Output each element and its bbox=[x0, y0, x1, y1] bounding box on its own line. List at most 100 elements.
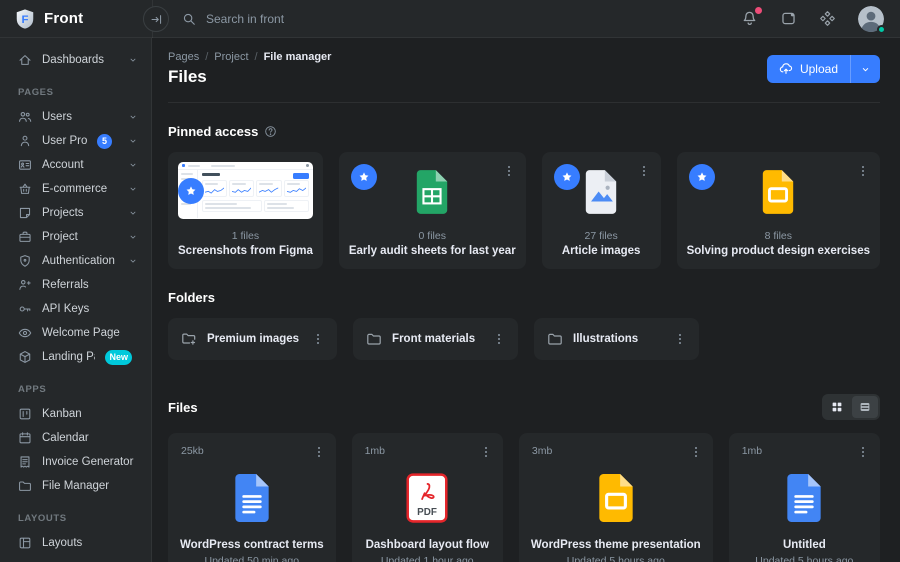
sidebar-item-label: Landing Page bbox=[42, 351, 95, 363]
sidebar-item[interactable]: API Keys bbox=[0, 297, 151, 321]
sidebar-item[interactable]: Calendar bbox=[0, 426, 151, 450]
file-card-title: WordPress contract terms bbox=[180, 539, 324, 551]
question-circle-icon[interactable] bbox=[264, 125, 277, 138]
dots-vertical-icon bbox=[479, 445, 493, 459]
sidebar-entry-account: Account bbox=[0, 153, 151, 177]
card-menu-button[interactable] bbox=[477, 443, 495, 461]
star-badge[interactable] bbox=[350, 164, 377, 190]
search-area bbox=[182, 11, 426, 26]
sidebar-item-label: Invoice Generator bbox=[42, 456, 134, 468]
user-avatar[interactable] bbox=[858, 5, 886, 34]
breadcrumb-project[interactable]: Project bbox=[214, 51, 248, 63]
kanban-icon bbox=[18, 407, 32, 421]
sidebar-item[interactable]: Referrals bbox=[0, 273, 151, 297]
pinned-access-heading: Pinned access bbox=[168, 124, 880, 139]
folder-plus-icon bbox=[181, 331, 197, 347]
sidebar-item[interactable]: Kanban bbox=[0, 402, 151, 426]
sidebar-item[interactable]: File Manager bbox=[0, 474, 151, 498]
pinned-card-solving-product-design-exercises[interactable]: 8 files Solving product design exercises bbox=[676, 152, 880, 269]
sidebar-section-header: LAYOUTS bbox=[18, 513, 67, 524]
card-menu-button[interactable] bbox=[635, 162, 653, 180]
files-count: 8 files bbox=[764, 230, 792, 242]
upload-button[interactable]: Upload bbox=[767, 55, 850, 83]
sidebar-item[interactable]: E-commerce bbox=[0, 177, 151, 201]
list-view-button[interactable] bbox=[852, 396, 878, 418]
svg-text:F: F bbox=[22, 14, 29, 26]
star-badge[interactable] bbox=[178, 178, 204, 204]
files-label: Files bbox=[168, 399, 198, 415]
card-menu-button[interactable] bbox=[854, 162, 872, 180]
star-badge[interactable] bbox=[553, 164, 580, 190]
card-menu-button[interactable] bbox=[854, 443, 872, 461]
sidebar-entry-kanban: Kanban bbox=[0, 402, 151, 426]
star-badge[interactable] bbox=[688, 164, 715, 190]
folder-card-front-materials[interactable]: Front materials bbox=[353, 318, 519, 360]
file-size: 25kb bbox=[181, 445, 204, 457]
activity-stream-button[interactable] bbox=[780, 10, 797, 27]
sidebar-item[interactable]: Account bbox=[0, 153, 151, 177]
pinned-card-article-images[interactable]: 27 files Article images bbox=[541, 152, 661, 269]
brand[interactable]: F Front bbox=[0, 8, 152, 30]
folder-icon bbox=[18, 479, 32, 493]
card-menu-button[interactable] bbox=[671, 330, 689, 348]
sidebar-item[interactable]: Dashboards bbox=[0, 48, 151, 72]
card-menu-button[interactable] bbox=[309, 330, 327, 348]
pdf-file-icon bbox=[406, 473, 448, 523]
online-status-dot bbox=[877, 24, 886, 34]
folders-heading: Folders bbox=[168, 290, 880, 305]
sidebar-item[interactable]: Landing Page New bbox=[0, 345, 151, 369]
google-docs-icon bbox=[783, 473, 825, 523]
breadcrumb-pages[interactable]: Pages bbox=[168, 51, 199, 63]
upload-button-label: Upload bbox=[799, 62, 838, 76]
sidebar-item[interactable]: Invoice Generator bbox=[0, 450, 151, 474]
sidebar-item-badge: 5 bbox=[97, 133, 112, 149]
folder-card-title: Front materials bbox=[392, 333, 476, 345]
receipt-icon bbox=[18, 455, 32, 469]
pinned-card-early-audit-sheets-for-last-year[interactable]: 0 files Early audit sheets for last year bbox=[338, 152, 526, 269]
card-menu-button[interactable] bbox=[500, 162, 518, 180]
files-heading-row: Files bbox=[168, 394, 880, 420]
sidebar-item[interactable]: Project bbox=[0, 225, 151, 249]
sidebar-item-label: Calendar bbox=[42, 432, 89, 444]
folder-card-title: Illustrations bbox=[573, 333, 639, 345]
folder-card-premium-images[interactable]: Premium images bbox=[168, 318, 338, 360]
apps-menu-button[interactable] bbox=[819, 10, 836, 27]
sidebar-item[interactable]: Users bbox=[0, 105, 151, 129]
sidebar-item-label: API Keys bbox=[42, 303, 90, 315]
pinned-card-screenshots-from-figma[interactable]: 1 files Screenshots from Figma bbox=[168, 152, 323, 269]
chevron-down-icon bbox=[128, 256, 138, 266]
sidebar-item[interactable]: Authentication bbox=[0, 249, 151, 273]
star-icon bbox=[696, 171, 708, 183]
file-updated: Updated 5 hours ago bbox=[566, 555, 665, 562]
sidebar-entry-welcome-page: Welcome Page bbox=[0, 321, 151, 345]
card-menu-button[interactable] bbox=[490, 330, 508, 348]
folder-card-illustrations[interactable]: Illustrations bbox=[534, 318, 700, 360]
file-card-untitled[interactable]: 1mb Untitled Updated 5 hours ago bbox=[728, 433, 880, 562]
files-count: 27 files bbox=[584, 230, 618, 242]
file-card-dashboard-layout-flow[interactable]: 1mb Dashboard layout flow Updated 1 hour… bbox=[351, 433, 503, 562]
google-slides-icon bbox=[759, 169, 797, 215]
dots-vertical-icon bbox=[312, 445, 326, 459]
notifications-button[interactable] bbox=[741, 7, 762, 27]
pinned-access-label: Pinned access bbox=[168, 124, 259, 139]
breadcrumb-file-manager: File manager bbox=[263, 51, 332, 63]
search-input[interactable] bbox=[206, 11, 426, 26]
card-menu-button[interactable] bbox=[687, 443, 705, 461]
upload-dropdown-button[interactable] bbox=[851, 55, 880, 83]
dots-vertical-icon bbox=[502, 164, 516, 178]
grid-view-button[interactable] bbox=[824, 396, 850, 418]
page-header: Pages / Project / File manager Files Uploa… bbox=[168, 38, 880, 103]
dots-vertical-icon bbox=[856, 164, 870, 178]
file-card-title: WordPress theme presentation bbox=[530, 539, 701, 551]
file-card-wordpress-theme-presentation[interactable]: 3mb WordPress theme presentation Updated… bbox=[518, 433, 713, 562]
sidebar-item[interactable]: Projects bbox=[0, 201, 151, 225]
sidebar-item[interactable]: Welcome Page bbox=[0, 321, 151, 345]
sidebar-collapse-button[interactable] bbox=[143, 6, 169, 32]
file-updated: Updated 1 hour ago bbox=[380, 555, 474, 562]
card-menu-button[interactable] bbox=[310, 443, 328, 461]
file-card-wordpress-contract-terms[interactable]: 25kb WordPress contract terms Updated 50… bbox=[168, 433, 336, 562]
files-count: 1 files bbox=[231, 230, 260, 242]
sidebar-item[interactable]: Layouts bbox=[0, 531, 151, 555]
sidebar-item-label: Users bbox=[42, 111, 73, 123]
sidebar-item[interactable]: User Profile 5 bbox=[0, 129, 151, 153]
